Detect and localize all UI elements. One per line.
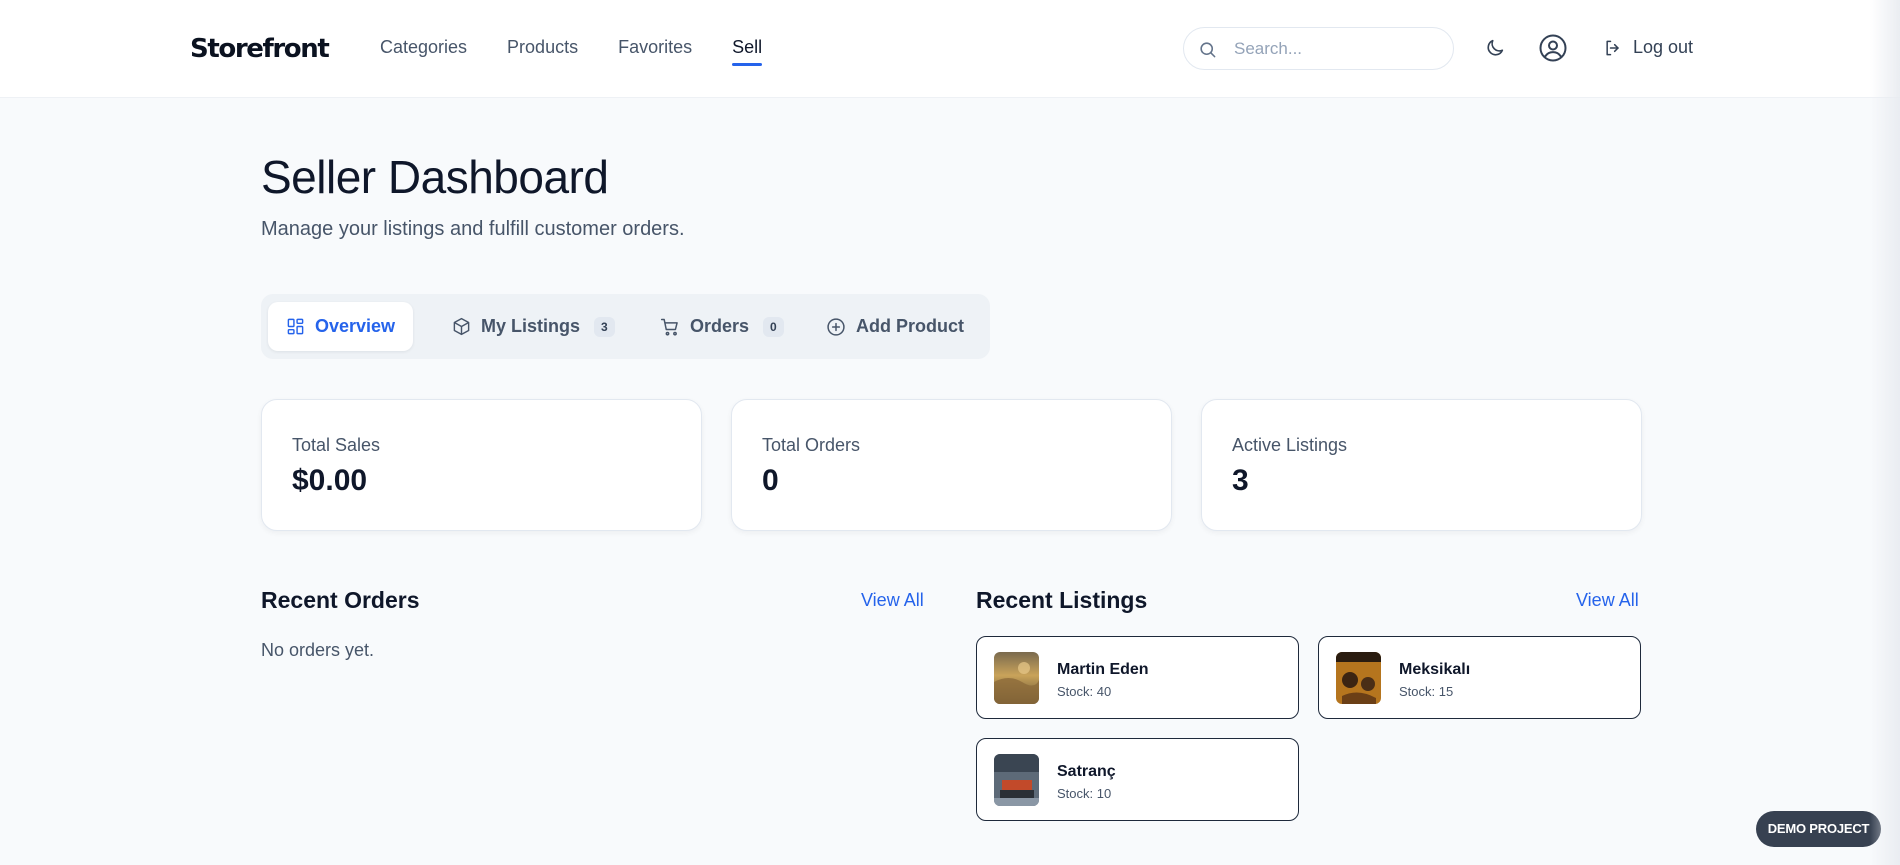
moon-icon bbox=[1487, 39, 1504, 56]
no-orders-message: No orders yet. bbox=[261, 640, 375, 660]
search-box bbox=[1183, 27, 1454, 70]
nav-products[interactable]: Products bbox=[507, 37, 578, 66]
stat-label: Total Orders bbox=[762, 435, 861, 455]
tab-orders-label: Orders bbox=[690, 316, 750, 336]
recent-orders-view-all-link[interactable]: View All bbox=[861, 590, 924, 611]
main-nav: Categories Products Favorites Sell bbox=[380, 37, 763, 66]
stat-card-active-listings: Active Listings 3 bbox=[1201, 399, 1642, 531]
tab-overview-label: Overview bbox=[315, 316, 396, 336]
nav-favorites[interactable]: Favorites bbox=[618, 37, 692, 66]
cart-icon bbox=[660, 318, 678, 336]
user-circle-icon bbox=[1539, 34, 1567, 62]
recent-orders-title: Recent Orders bbox=[261, 587, 420, 613]
recent-listings-view-all-link[interactable]: View All bbox=[1576, 590, 1639, 611]
orders-count-badge: 0 bbox=[763, 316, 784, 337]
tab-my-listings[interactable]: My Listings 3 bbox=[434, 302, 633, 351]
stat-label: Active Listings bbox=[1232, 435, 1348, 455]
product-thumbnail bbox=[994, 754, 1039, 806]
recent-listings-title: Recent Listings bbox=[976, 587, 1148, 613]
logo[interactable]: Storefront bbox=[190, 34, 330, 64]
product-thumbnail bbox=[1336, 652, 1381, 704]
stat-label: Total Sales bbox=[292, 435, 381, 455]
dashboard-tabs: Overview My Listings 3 Orders 0 Add Prod… bbox=[261, 294, 990, 359]
listing-stock: Stock: 10 bbox=[1057, 786, 1112, 801]
stat-card-total-orders: Total Orders 0 bbox=[731, 399, 1172, 531]
page-title: Seller Dashboard bbox=[261, 151, 609, 203]
user-account-button[interactable] bbox=[1538, 33, 1568, 68]
listing-name: Meksikalı bbox=[1399, 661, 1471, 678]
nav-categories[interactable]: Categories bbox=[380, 37, 467, 66]
grid-icon bbox=[287, 318, 304, 335]
scroll-edge-shade bbox=[1870, 0, 1900, 865]
top-navigation-bar: Storefront Categories Products Favorites… bbox=[0, 0, 1900, 98]
listing-card[interactable]: Meksikalı Stock: 15 bbox=[1318, 636, 1641, 719]
listing-card[interactable]: Satranç Stock: 10 bbox=[976, 738, 1299, 821]
tab-my-listings-label: My Listings bbox=[481, 316, 581, 336]
product-thumbnail bbox=[994, 652, 1039, 704]
page-subtitle: Manage your listings and fulfill custome… bbox=[261, 218, 685, 240]
logout-label: Log out bbox=[1633, 37, 1694, 57]
log-out-icon bbox=[1606, 40, 1619, 55]
listing-name: Satranç bbox=[1057, 763, 1116, 780]
stat-value: 3 bbox=[1232, 464, 1249, 497]
stat-value: 0 bbox=[762, 464, 779, 497]
demo-project-badge: DEMO PROJECT bbox=[1756, 811, 1881, 847]
tab-add-product[interactable]: Add Product bbox=[808, 302, 982, 351]
theme-toggle-button[interactable] bbox=[1484, 37, 1506, 64]
listing-card[interactable]: Martin Eden Stock: 40 bbox=[976, 636, 1299, 719]
search-input[interactable] bbox=[1234, 28, 1439, 69]
listing-stock: Stock: 40 bbox=[1057, 684, 1112, 699]
tab-add-product-label: Add Product bbox=[856, 316, 964, 336]
stat-value: $0.00 bbox=[292, 464, 368, 497]
box-icon bbox=[453, 317, 470, 336]
plus-circle-icon bbox=[827, 317, 845, 336]
search-icon bbox=[1200, 42, 1216, 58]
tab-overview[interactable]: Overview bbox=[268, 302, 414, 351]
listings-count-badge: 3 bbox=[594, 316, 615, 337]
logout-button[interactable]: Log out bbox=[1603, 37, 1693, 58]
listing-name: Martin Eden bbox=[1057, 661, 1149, 678]
tab-orders[interactable]: Orders 0 bbox=[642, 302, 802, 351]
listing-stock: Stock: 15 bbox=[1399, 684, 1454, 699]
nav-sell[interactable]: Sell bbox=[732, 37, 763, 66]
stat-card-total-sales: Total Sales $0.00 bbox=[261, 399, 702, 531]
